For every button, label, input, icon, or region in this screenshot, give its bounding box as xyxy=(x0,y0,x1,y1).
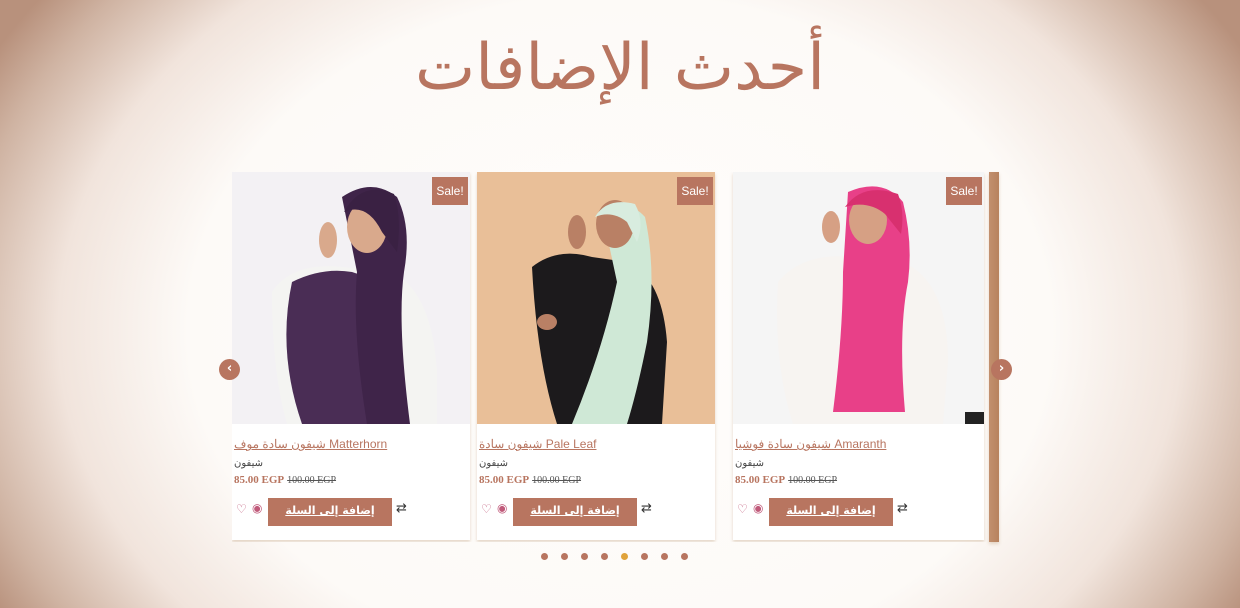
sale-badge: Sale! xyxy=(677,177,713,205)
product-name-link[interactable]: شيفون سادة فوشيا Amaranth xyxy=(735,437,886,451)
original-price: 100.00 EGP xyxy=(287,475,337,486)
product-carousel: Sale! شيفون سادة موف Matterhorn شيفون 85… xyxy=(232,172,999,542)
pagination-dot[interactable] xyxy=(601,553,608,560)
pagination-dot[interactable] xyxy=(581,553,588,560)
section-title: أحدث الإضافات xyxy=(415,31,825,105)
original-price: 100.00 EGP xyxy=(532,475,582,486)
product-price: 85.00 EGP 100.00 EGP xyxy=(234,474,336,486)
product-category[interactable]: شيفون xyxy=(735,458,764,469)
product-image[interactable]: Sale! xyxy=(733,172,984,424)
pagination-dot[interactable] xyxy=(541,553,548,560)
product-image[interactable]: Sale! xyxy=(477,172,715,424)
compare-arrows-icon[interactable]: ⇄ xyxy=(897,502,908,516)
chevron-right-icon[interactable]: › xyxy=(991,359,1012,380)
original-price: 100.00 EGP xyxy=(788,475,838,486)
heart-icon[interactable]: ♡ xyxy=(737,503,748,515)
sale-price: 85.00 EGP xyxy=(735,474,786,486)
product-category[interactable]: شيفون xyxy=(234,458,263,469)
add-to-cart-button[interactable]: إضافة إلى السلة xyxy=(769,498,893,526)
compare-arrows-icon[interactable]: ⇄ xyxy=(396,502,407,516)
add-to-cart-button[interactable]: إضافة إلى السلة xyxy=(268,498,392,526)
pagination-dot[interactable] xyxy=(641,553,648,560)
product-card[interactable]: Sale! شيفون سادة Pale Leaf شيفون 85.00 E… xyxy=(477,172,715,540)
next-product-card-peek[interactable] xyxy=(989,172,999,542)
heart-icon[interactable]: ♡ xyxy=(236,503,247,515)
product-card[interactable]: Sale! شيفون سادة فوشيا Amaranth شيفون 85… xyxy=(733,172,984,540)
sale-price: 85.00 EGP xyxy=(234,474,285,486)
product-name-link[interactable]: شيفون سادة Pale Leaf xyxy=(479,437,596,451)
product-card[interactable]: Sale! شيفون سادة موف Matterhorn شيفون 85… xyxy=(232,172,470,540)
sale-price: 85.00 EGP xyxy=(479,474,530,486)
pagination-dot[interactable] xyxy=(621,553,628,560)
chevron-left-icon[interactable]: ‹ xyxy=(219,359,240,380)
heart-icon[interactable]: ♡ xyxy=(481,503,492,515)
product-price: 85.00 EGP 100.00 EGP xyxy=(479,474,581,486)
add-to-cart-button[interactable]: إضافة إلى السلة xyxy=(513,498,637,526)
eye-icon[interactable]: ◉ xyxy=(753,502,763,514)
product-image[interactable]: Sale! xyxy=(232,172,470,424)
pagination-dot[interactable] xyxy=(681,553,688,560)
sale-badge: Sale! xyxy=(946,177,982,205)
eye-icon[interactable]: ◉ xyxy=(252,502,262,514)
pagination-dot[interactable] xyxy=(661,553,668,560)
sale-badge: Sale! xyxy=(432,177,468,205)
product-price: 85.00 EGP 100.00 EGP xyxy=(735,474,837,486)
product-name-link[interactable]: شيفون سادة موف Matterhorn xyxy=(234,437,387,451)
product-category[interactable]: شيفون xyxy=(479,458,508,469)
compare-arrows-icon[interactable]: ⇄ xyxy=(641,502,652,516)
pagination-dot[interactable] xyxy=(561,553,568,560)
eye-icon[interactable]: ◉ xyxy=(497,502,507,514)
